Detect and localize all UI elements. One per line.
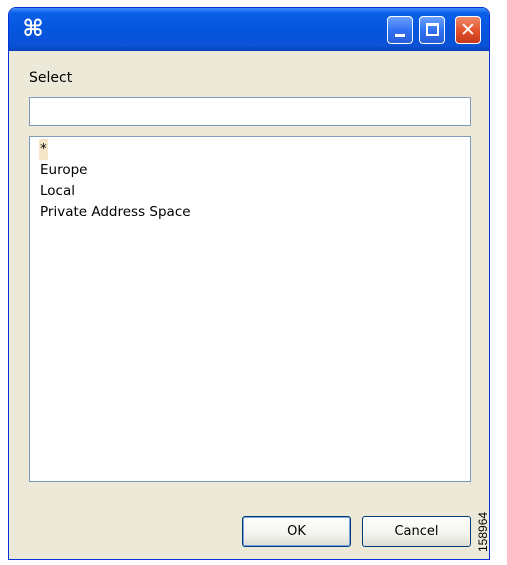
close-button[interactable]: ✕ <box>455 16 481 44</box>
list-item[interactable]: Private Address Space <box>39 202 192 223</box>
command-key-icon: ⌘ <box>22 16 44 42</box>
minimize-button[interactable] <box>387 16 413 44</box>
minimize-icon <box>395 34 405 37</box>
figure-id: 158964 <box>476 511 490 552</box>
title-bar[interactable]: ⌘ ✕ <box>9 8 489 51</box>
filter-input[interactable] <box>29 97 471 126</box>
dialog-window: ⌘ ✕ Select * Europe Local Private Address S… <box>8 7 490 560</box>
select-label: Select <box>29 70 73 86</box>
close-icon: ✕ <box>460 19 476 41</box>
list-item[interactable]: Local <box>39 181 76 202</box>
ok-button[interactable]: OK <box>242 516 351 547</box>
list-item[interactable]: Europe <box>39 160 88 181</box>
maximize-button[interactable] <box>419 16 445 44</box>
list-item[interactable]: * <box>39 139 48 160</box>
selection-list[interactable]: * Europe Local Private Address Space <box>29 136 471 482</box>
maximize-icon <box>426 23 439 36</box>
cancel-button[interactable]: Cancel <box>362 516 471 547</box>
